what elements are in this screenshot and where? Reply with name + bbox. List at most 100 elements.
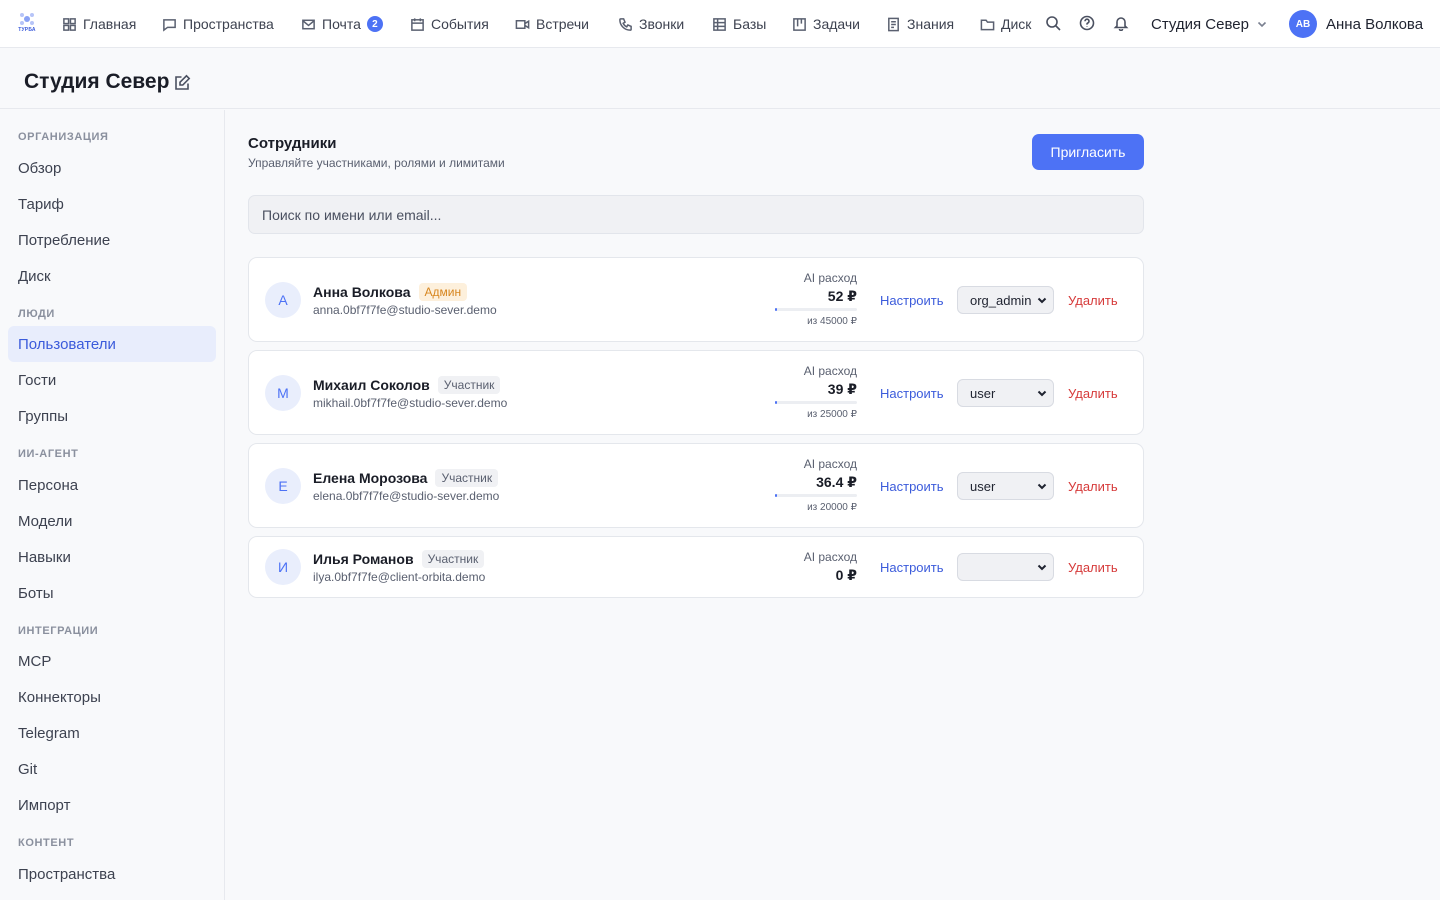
user-menu[interactable]: АВ Анна Волкова — [1289, 10, 1423, 38]
bell-icon — [1113, 17, 1129, 32]
member-name: Михаил Соколов — [313, 377, 430, 393]
nav-item-label: Пространства — [183, 16, 274, 32]
member-avatar: Е — [265, 468, 301, 504]
avatar: АВ — [1289, 10, 1317, 38]
sidebar-item-skills[interactable]: Навыки — [8, 539, 216, 575]
nav-item-calls[interactable]: Звонки — [618, 0, 684, 48]
role-select[interactable]: user — [957, 379, 1054, 407]
ai-spend-progress — [775, 401, 857, 404]
member-avatar: А — [265, 282, 301, 318]
kanban-icon — [793, 17, 806, 31]
sidebar-item-telegram[interactable]: Telegram — [8, 715, 216, 751]
nav-item-home[interactable]: Главная — [62, 0, 136, 48]
chat-icon — [163, 18, 176, 32]
help-button[interactable] — [1079, 15, 1097, 33]
sidebar-item-plan[interactable]: Тариф — [8, 186, 216, 222]
home-icon — [63, 17, 76, 31]
sidebar-item-guests[interactable]: Гости — [8, 362, 216, 398]
delete-member-link[interactable]: Удалить — [1068, 386, 1118, 401]
role-select[interactable]: user — [957, 472, 1054, 500]
edit-org-name-button[interactable] — [174, 74, 191, 91]
sidebar-item-spaces[interactable]: Пространства — [8, 856, 216, 892]
sidebar-item-persona[interactable]: Персона — [8, 467, 216, 503]
member-search-input[interactable] — [248, 195, 1144, 234]
edit-icon — [175, 74, 191, 90]
sidebar-item-git[interactable]: Git — [8, 751, 216, 787]
configure-link[interactable]: Настроить — [880, 386, 944, 401]
role-select-value: org_admin — [970, 292, 1032, 308]
ai-spend-label: AI расход — [803, 364, 857, 378]
section-title: Сотрудники — [248, 135, 337, 152]
nav-item-spaces[interactable]: Пространства — [162, 0, 274, 48]
sidebar-item-users[interactable]: Пользователи — [8, 326, 216, 362]
phone-icon — [619, 17, 632, 31]
invite-button[interactable]: Пригласить — [1032, 134, 1144, 170]
logo-mark-icon — [20, 13, 34, 25]
org-switcher-label: Студия Север — [1151, 15, 1249, 33]
delete-member-link[interactable]: Удалить — [1068, 479, 1118, 494]
role-select[interactable]: org_admin — [957, 286, 1054, 314]
member-email: mikhail.0bf7f7fe@studio-sever.demo — [313, 396, 508, 410]
member-name: Елена Морозова — [313, 470, 428, 486]
configure-link[interactable]: Настроить — [880, 479, 944, 494]
role-select-value: user — [970, 478, 996, 494]
nav-item-events[interactable]: События — [410, 0, 489, 48]
sidebar-item-groups[interactable]: Группы — [8, 398, 216, 434]
ai-spend-value: 36.4 ₽ — [816, 474, 857, 490]
member-name-row: Анна Волкова Админ — [313, 283, 468, 301]
org-switcher[interactable]: Студия Север — [1151, 0, 1267, 48]
nav-item-knowledge[interactable]: Знания — [886, 0, 954, 48]
member-email: elena.0bf7f7fe@studio-sever.demo — [313, 489, 500, 503]
chevron-down-icon — [1037, 483, 1047, 490]
nav-item-mail[interactable]: Почта 2 — [301, 0, 383, 48]
table-icon — [713, 17, 726, 31]
chevron-down-icon — [1037, 390, 1047, 397]
role-badge: Админ — [418, 283, 468, 301]
sidebar-item-models[interactable]: Модели — [8, 503, 216, 539]
nav-item-disk[interactable]: Диск — [980, 0, 1031, 48]
sidebar-item-bots[interactable]: Боты — [8, 575, 216, 611]
folder-icon — [980, 19, 995, 30]
nav-item-tasks[interactable]: Задачи — [792, 0, 860, 48]
top-navbar: ТУРБА Главная Пространства Почта 2 Событ… — [0, 0, 1440, 48]
delete-member-link[interactable]: Удалить — [1068, 293, 1118, 308]
role-select-value: user — [970, 385, 996, 401]
nav-item-label: Встречи — [536, 16, 589, 32]
search-button[interactable] — [1045, 15, 1063, 33]
sidebar-item-overview[interactable]: Обзор — [8, 150, 216, 186]
member-card: А Анна Волкова Админ anna.0bf7f7fe@studi… — [248, 257, 1144, 342]
page-header: Студия Север — [0, 49, 1440, 109]
notifications-button[interactable] — [1113, 15, 1131, 33]
ai-spend-progress-fill — [775, 308, 777, 311]
ai-spend-limit: из 25000 ₽ — [807, 409, 857, 420]
nav-item-label: Задачи — [813, 16, 861, 32]
page-title: Студия Север — [24, 70, 170, 93]
sidebar-item-connectors[interactable]: Коннекторы — [8, 679, 216, 715]
delete-member-link[interactable]: Удалить — [1068, 560, 1118, 575]
sidebar-item-mcp[interactable]: MCP — [8, 643, 216, 679]
nav-item-meetings[interactable]: Встречи — [515, 0, 589, 48]
sidebar-section-title: ИИ-АГЕНТ — [18, 448, 79, 460]
member-email: ilya.0bf7f7fe@client-orbita.demo — [313, 570, 486, 584]
role-badge: Участник — [435, 469, 499, 487]
member-email: anna.0bf7f7fe@studio-sever.demo — [313, 303, 497, 317]
member-name-row: Михаил Соколов Участник — [313, 376, 501, 394]
ai-spend-progress-fill — [775, 401, 777, 404]
role-select[interactable] — [957, 553, 1054, 581]
ai-spend-label: AI расход — [803, 550, 857, 564]
sidebar-item-disk[interactable]: Диск — [8, 258, 216, 294]
member-avatar: И — [265, 549, 301, 585]
sidebar-item-import[interactable]: Импорт — [8, 787, 216, 823]
app-logo[interactable]: ТУРБА — [14, 12, 40, 36]
sidebar-section-title: ИНТЕГРАЦИИ — [18, 625, 99, 637]
nav-item-databases[interactable]: Базы — [712, 0, 766, 48]
mail-unread-badge: 2 — [366, 16, 383, 32]
member-avatar: М — [265, 375, 301, 411]
member-card: Е Елена Морозова Участник elena.0bf7f7fe… — [248, 443, 1144, 528]
ai-spend-label: AI расход — [803, 271, 857, 285]
sidebar-item-usage[interactable]: Потребление — [8, 222, 216, 258]
ai-spend-limit: из 20000 ₽ — [807, 502, 857, 513]
nav-item-label: Звонки — [639, 16, 685, 32]
configure-link[interactable]: Настроить — [880, 293, 944, 308]
configure-link[interactable]: Настроить — [880, 560, 944, 575]
